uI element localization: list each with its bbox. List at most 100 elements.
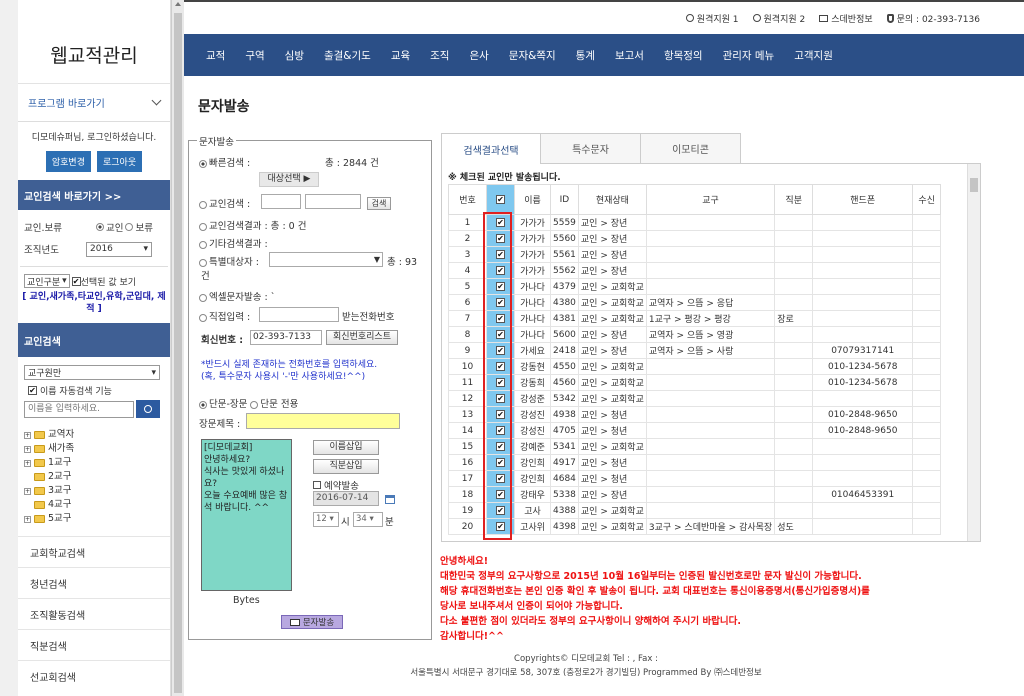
sidebar-link-youth[interactable]: 청년검색 [18,567,170,598]
org-year-select[interactable]: 2016 ▾ [86,241,152,257]
tree-item[interactable]: 2교구 [24,470,164,484]
table-row[interactable]: 5 ✔ 가나다 4379 교인 > 교회학교 [448,278,942,295]
send-message-button[interactable]: 문자발송 [281,615,343,629]
sidebar-link-school[interactable]: 교회학교검색 [18,536,170,567]
name-search-input[interactable] [24,400,134,418]
table-row[interactable]: 13 ✔ 강성진 4938 교인 > 청년 010-2848-9650 [448,406,942,423]
nav-item[interactable]: 고객지원 [784,48,843,63]
category-links[interactable]: [ 교인,새가족,타교인,유학,군입대, 제적 ] [18,289,170,323]
logout-button[interactable]: 로그아웃 [97,151,143,172]
table-row[interactable]: 2 ✔ 가가가 5560 교인 > 장년 [448,230,942,247]
direct-input[interactable] [259,307,339,322]
reserve-checkbox[interactable] [313,481,321,489]
tree-item[interactable]: + 교역자 [24,428,164,442]
member-search-bar[interactable]: 교인검색 [18,323,170,357]
app-logo[interactable]: 웹교적관리 [18,0,170,84]
nav-item[interactable]: 문자&쪽지 [499,48,566,63]
nav-item[interactable]: 관리자 메뉴 [713,48,785,63]
tab-search-result[interactable]: 검색결과선택 [441,133,541,164]
page-scrollbar[interactable] [171,0,184,696]
table-row[interactable]: 10 ✔ 강동현 4550 교인 > 교회학교 010-1234-5678 [448,358,942,375]
table-row[interactable]: 17 ✔ 강인희 4684 교인 > 청년 [448,470,942,487]
reply-list-button[interactable]: 회신번호리스트 [326,330,398,345]
nav-item[interactable]: 통계 [566,48,605,63]
nav-item[interactable]: 심방 [275,48,314,63]
tab-special-chars[interactable]: 특수문자 [541,133,641,164]
nav-item[interactable]: 구역 [235,48,274,63]
result-scrollbar[interactable] [967,164,980,541]
reply-number-input[interactable]: 02-393-7133 [250,330,322,345]
table-row[interactable]: 14 ✔ 강성진 4705 교인 > 청년 010-2848-9650 [448,422,942,439]
member-search-button[interactable]: 검색 [367,197,391,210]
tab-emoticons[interactable]: 이모티콘 [641,133,741,164]
other-result-radio[interactable] [199,240,207,249]
member-search-input-2[interactable] [305,194,361,209]
category-select[interactable]: 교인구분 ▾ [24,274,70,288]
table-row[interactable]: 19 ✔ 고사 4388 교인 > 교회학교 [448,502,942,519]
insert-name-button[interactable]: 이름삽입 [313,440,379,455]
reserve-date-input[interactable]: 2016-07-14 [313,491,379,506]
tree-item[interactable]: + 새가족 [24,442,164,456]
long-short-radio[interactable] [199,400,207,409]
scrollbar-thumb[interactable] [174,13,182,693]
nav-item[interactable]: 조직 [420,48,459,63]
member-shortcut-bar[interactable]: 교인검색 바로가기 >> [18,180,170,210]
tree-item[interactable]: +1교구 [24,456,164,470]
table-row[interactable]: 4 ✔ 가가가 5562 교인 > 장년 [448,262,942,279]
tree-item[interactable]: +3교구 [24,484,164,498]
program-shortcut[interactable]: 프로그램 바로가기 [18,84,170,122]
expand-icon[interactable]: + [24,487,31,495]
excel-radio[interactable] [199,293,207,302]
table-row[interactable]: 12 ✔ 강성준 5342 교인 > 교회학교 [448,390,942,407]
calendar-icon[interactable] [385,495,395,504]
table-row[interactable]: 7 ✔ 가나다 4381 교인 > 교회학교 1교구 > 평강 > 평강 장로 [448,310,942,327]
auto-search-checkbox[interactable]: ✔ [28,385,37,395]
sidebar-link-title[interactable]: 직분검색 [18,629,170,660]
message-textarea[interactable]: [디모데교회] 안녕하세요? 식사는 맛있게 하셨나요? 오늘 수요예배 많은 … [201,439,292,591]
password-change-button[interactable]: 암호변경 [45,151,91,172]
nav-item[interactable]: 교적 [196,48,235,63]
district-select[interactable]: 교구원만 ▾ [24,365,160,380]
expand-icon[interactable]: + [24,459,31,467]
nav-item[interactable]: 은사 [459,48,498,63]
table-row[interactable]: 11 ✔ 강동희 4560 교인 > 교회학교 010-1234-5678 [448,374,942,391]
expand-icon[interactable]: + [24,431,31,439]
search-button[interactable] [136,400,160,418]
nav-item[interactable]: 항목정의 [654,48,713,63]
table-row[interactable]: 8 ✔ 가나다 5600 교인 > 장년 교역자 > 으뜸 > 영광 [448,326,942,343]
nav-item[interactable]: 교육 [381,48,420,63]
hour-select[interactable]: 12 ▾ [313,512,339,527]
chevron-down-icon[interactable] [151,95,162,106]
col-check[interactable]: ✔ [486,184,515,215]
table-row[interactable]: 20 ✔ 고사위 4398 교인 > 교회학교 3교구 > 스데반마을 > 감사목장 성도 [448,518,942,535]
minute-select[interactable]: 34 ▾ [353,512,383,527]
sidebar-link-mission[interactable]: 선교회검색 [18,660,170,691]
tree-item[interactable]: +5교구 [24,512,164,526]
short-only-radio[interactable] [250,400,259,409]
expand-icon[interactable]: + [24,515,31,523]
tree-item[interactable]: 4교구 [24,498,164,512]
select-all-checkbox[interactable]: ✔ [496,194,505,204]
company-link[interactable]: 스데반정보 [819,12,873,25]
nav-item[interactable]: 출결&기도 [314,48,381,63]
sidebar-link-org[interactable]: 조직활동검색 [18,598,170,629]
insert-title-button[interactable]: 직분삽입 [313,459,379,474]
table-row[interactable]: 3 ✔ 가가가 5561 교인 > 장년 [448,246,942,263]
nav-item[interactable]: 보고서 [605,48,654,63]
remote-support-1[interactable]: 원격지원 1 [684,12,739,25]
expand-icon[interactable]: + [24,445,31,453]
selected-view-checkbox[interactable]: ✔ [71,276,81,286]
direct-radio[interactable] [199,313,207,322]
table-row[interactable]: 9 ✔ 가세요 2418 교인 > 장년 교역자 > 으뜸 > 사랑 07079317141 [448,342,942,359]
scroll-up-icon[interactable] [175,2,181,6]
scrollbar-thumb[interactable] [970,178,978,192]
subject-input[interactable] [246,413,400,429]
member-radio[interactable] [96,223,104,231]
target-select-button[interactable]: 대상선택 ▶ [259,172,319,187]
remote-support-2[interactable]: 원격지원 2 [750,12,805,25]
member-search-input-1[interactable] [261,194,301,209]
table-row[interactable]: 6 ✔ 가나다 4380 교인 > 교회학교 교역자 > 으뜸 > 응답 [448,294,942,311]
member-result-radio[interactable] [199,222,207,231]
table-row[interactable]: 16 ✔ 강인희 4917 교인 > 청년 [448,454,942,471]
special-target-radio[interactable] [199,258,207,267]
